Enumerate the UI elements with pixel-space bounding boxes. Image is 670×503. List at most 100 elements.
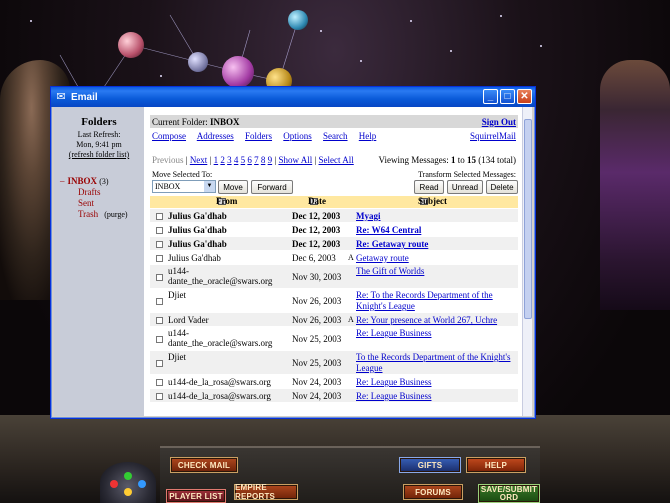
message-row[interactable]: u144-dante_the_oracle@swars.org Nov 30, 2… [150, 265, 518, 289]
message-checkbox[interactable] [156, 360, 163, 367]
forums-button[interactable]: FORUMS [403, 484, 463, 500]
show-all-link[interactable]: Show All [278, 155, 312, 165]
viewing-messages-info: Viewing Messages: 1 to 15 (134 total) [378, 155, 516, 165]
message-subject-link[interactable]: Re: Getaway route [356, 239, 518, 250]
message-subject-link[interactable]: Re: League Business [356, 377, 518, 388]
sign-out-link[interactable]: Sign Out [482, 117, 516, 127]
save-submit-button[interactable]: SAVE/SUBMIT ORD [478, 484, 540, 503]
folder-inbox-count: (3) [99, 177, 109, 186]
message-subject-link[interactable]: Re: League Business [356, 391, 518, 402]
check-mail-button[interactable]: CHECK MAIL [170, 457, 238, 473]
message-row[interactable]: Djiet Nov 25, 2003 To the Records Departme… [150, 351, 518, 375]
vertical-scrollbar[interactable] [522, 107, 532, 416]
message-subject-link[interactable]: Myagi [356, 211, 518, 222]
purge-trash-link[interactable]: (purge) [104, 210, 127, 219]
options-link[interactable]: Options [283, 131, 312, 141]
help-link[interactable]: Help [359, 131, 377, 141]
message-date: Dec 12, 2003 [292, 225, 341, 235]
folders-link[interactable]: Folders [245, 131, 272, 141]
message-row[interactable]: Julius Ga'dhab Dec 6, 2003 A Getaway route [150, 251, 518, 265]
message-list-pane: Current Folder: INBOX Sign Out Compose A… [150, 107, 532, 416]
move-target-select[interactable]: INBOX ▼ [152, 180, 216, 193]
message-subject-link[interactable]: Re: W64 Central [356, 225, 518, 236]
page-8-link[interactable]: 8 [261, 155, 266, 165]
message-list-header: From Date Subject [150, 196, 518, 208]
refresh-folder-list-link[interactable]: (refresh folder list) [69, 150, 129, 159]
message-subject-link[interactable]: To the Records Department of the Knight'… [356, 352, 518, 374]
last-refresh-time: Mon, 9:41 pm [76, 140, 122, 149]
message-from: Julius Ga'dhab [168, 253, 221, 263]
message-checkbox[interactable] [156, 274, 163, 281]
message-checkbox[interactable] [156, 317, 163, 324]
help-button[interactable]: HELP [466, 457, 526, 473]
message-row[interactable]: u144-de_la_rosa@swars.org Nov 24, 2003 Re:… [150, 389, 518, 403]
next-link[interactable]: Next [190, 155, 208, 165]
empire-reports-button[interactable]: EMPIRE REPORTS [234, 483, 298, 501]
unread-button[interactable]: Unread [447, 180, 483, 194]
move-selected-label: Move Selected To: [152, 170, 213, 179]
message-checkbox[interactable] [156, 379, 163, 386]
message-row[interactable]: Lord Vader Nov 26, 2003 A Re: Your presence… [150, 313, 518, 327]
message-checkbox[interactable] [156, 298, 163, 305]
page-1-link[interactable]: 1 [214, 155, 219, 165]
message-row[interactable]: Djiet Nov 26, 2003 Re: To the Records Depa… [150, 289, 518, 313]
folder-inbox[interactable]: – INBOX (3) [60, 176, 144, 187]
folder-sent[interactable]: Sent [78, 198, 144, 209]
message-checkbox[interactable] [156, 393, 163, 400]
from-column-header[interactable]: From [216, 196, 237, 206]
message-from: Lord Vader [168, 315, 209, 325]
page-3-link[interactable]: 3 [227, 155, 232, 165]
message-row[interactable]: Julius Ga'dhab Dec 12, 2003 Re: Getaway ro… [150, 237, 518, 251]
message-date: Dec 6, 2003 [292, 253, 336, 263]
page-9-link[interactable]: 9 [268, 155, 273, 165]
date-column-header[interactable]: Date [308, 196, 326, 206]
message-row[interactable]: Julius Ga'dhab Dec 12, 2003 Myagi [150, 209, 518, 223]
minimize-button[interactable]: _ [483, 89, 498, 104]
read-button[interactable]: Read [414, 180, 444, 194]
standing-character [600, 60, 670, 310]
message-subject-link[interactable]: Re: League Business [356, 328, 518, 339]
message-row[interactable]: u144-de_la_rosa@swars.org Nov 24, 2003 Re:… [150, 375, 518, 389]
player-list-button[interactable]: PLAYER LIST [166, 489, 226, 503]
window-titlebar[interactable]: ✉ Email _ □ ✕ [51, 87, 535, 107]
message-row[interactable]: Julius Ga'dhab Dec 12, 2003 Re: W64 Centra… [150, 223, 518, 237]
message-from: u144-dante_the_oracle@swars.org [168, 266, 273, 286]
planet [118, 32, 144, 58]
folder-drafts[interactable]: Drafts [78, 187, 144, 198]
message-checkbox[interactable] [156, 227, 163, 234]
message-checkbox[interactable] [156, 336, 163, 343]
page-4-link[interactable]: 4 [234, 155, 239, 165]
message-checkbox[interactable] [156, 255, 163, 262]
message-row[interactable]: u144-dante_the_oracle@swars.org Nov 25, 2… [150, 327, 518, 351]
message-subject-link[interactable]: The Gift of Worlds [356, 266, 518, 277]
addresses-link[interactable]: Addresses [197, 131, 234, 141]
maximize-button[interactable]: □ [500, 89, 515, 104]
delete-button[interactable]: Delete [486, 180, 518, 194]
page-6-link[interactable]: 6 [247, 155, 252, 165]
search-link[interactable]: Search [323, 131, 348, 141]
squirrelmail-link[interactable]: SquirrelMail [470, 131, 516, 141]
select-all-link[interactable]: Select All [319, 155, 354, 165]
current-folder-name: INBOX [210, 116, 240, 127]
scrollbar-thumb[interactable] [524, 119, 532, 319]
message-from: u144-de_la_rosa@swars.org [168, 377, 271, 387]
folder-trash[interactable]: Trash (purge) [78, 209, 144, 220]
message-subject-link[interactable]: Getaway route [356, 253, 518, 264]
forward-button[interactable]: Forward [251, 180, 293, 194]
close-button[interactable]: ✕ [517, 89, 532, 104]
message-subject-link[interactable]: Re: To the Records Department of the Kni… [356, 290, 518, 312]
move-button[interactable]: Move [218, 180, 248, 194]
message-subject-link[interactable]: Re: Your presence at World 267, Uchre [356, 315, 518, 326]
message-from: Julius Ga'dhab [168, 225, 227, 235]
folder-inbox-label: INBOX [67, 176, 98, 186]
subject-column-header[interactable]: Subject [418, 196, 447, 206]
compose-link[interactable]: Compose [152, 131, 186, 141]
gifts-button[interactable]: GIFTS [399, 457, 461, 473]
control-dial-icon [100, 462, 156, 503]
message-checkbox[interactable] [156, 241, 163, 248]
message-checkbox[interactable] [156, 213, 163, 220]
page-2-link[interactable]: 2 [220, 155, 225, 165]
page-5-link[interactable]: 5 [241, 155, 246, 165]
page-7-link[interactable]: 7 [254, 155, 259, 165]
message-from: Julius Ga'dhab [168, 211, 227, 221]
